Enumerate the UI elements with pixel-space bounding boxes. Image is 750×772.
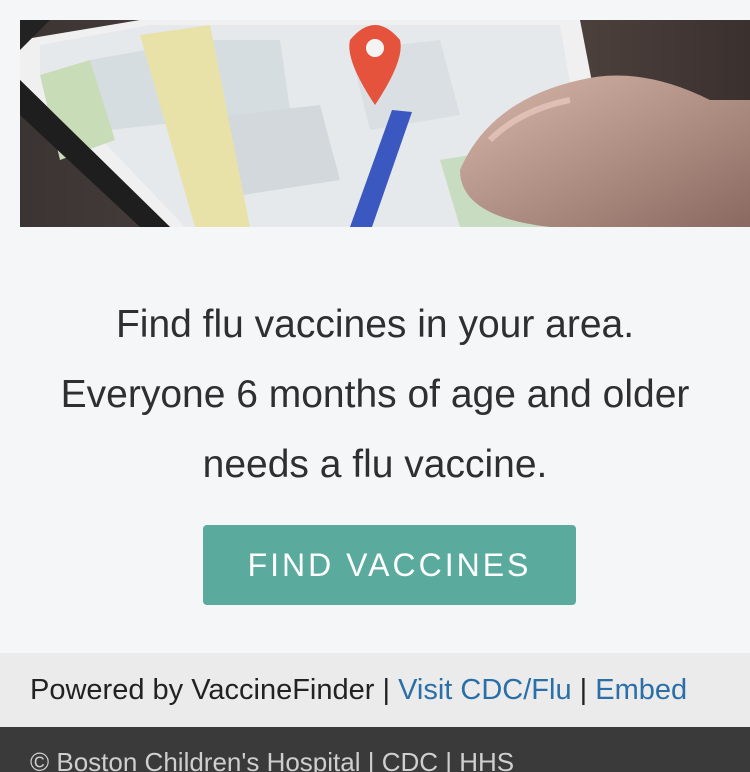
separator: | <box>374 674 399 706</box>
visit-cdc-flu-link[interactable]: Visit CDC/Flu <box>398 674 572 706</box>
message-line-3: needs a flu vaccine. <box>202 443 548 486</box>
copyright-footer: © Boston Children's Hospital | CDC | HHS <box>0 727 750 772</box>
copyright-text: © Boston Children's Hospital | CDC | HHS <box>30 747 515 772</box>
find-vaccines-button[interactable]: FIND VACCINES <box>203 525 576 605</box>
message-line-2: Everyone 6 months of age and older <box>60 373 690 416</box>
vaccine-message: Find flu vaccines in your area. Everyone… <box>0 290 750 500</box>
phone-map-illustration <box>20 20 750 227</box>
powered-by-text: Powered by VaccineFinder <box>30 674 375 706</box>
embed-link[interactable]: Embed <box>595 674 687 706</box>
hero-image <box>20 20 750 227</box>
powered-by-bar: Powered by VaccineFinder | Visit CDC/Flu… <box>0 653 750 727</box>
separator: | <box>571 674 596 706</box>
message-line-1: Find flu vaccines in your area. <box>115 303 635 346</box>
